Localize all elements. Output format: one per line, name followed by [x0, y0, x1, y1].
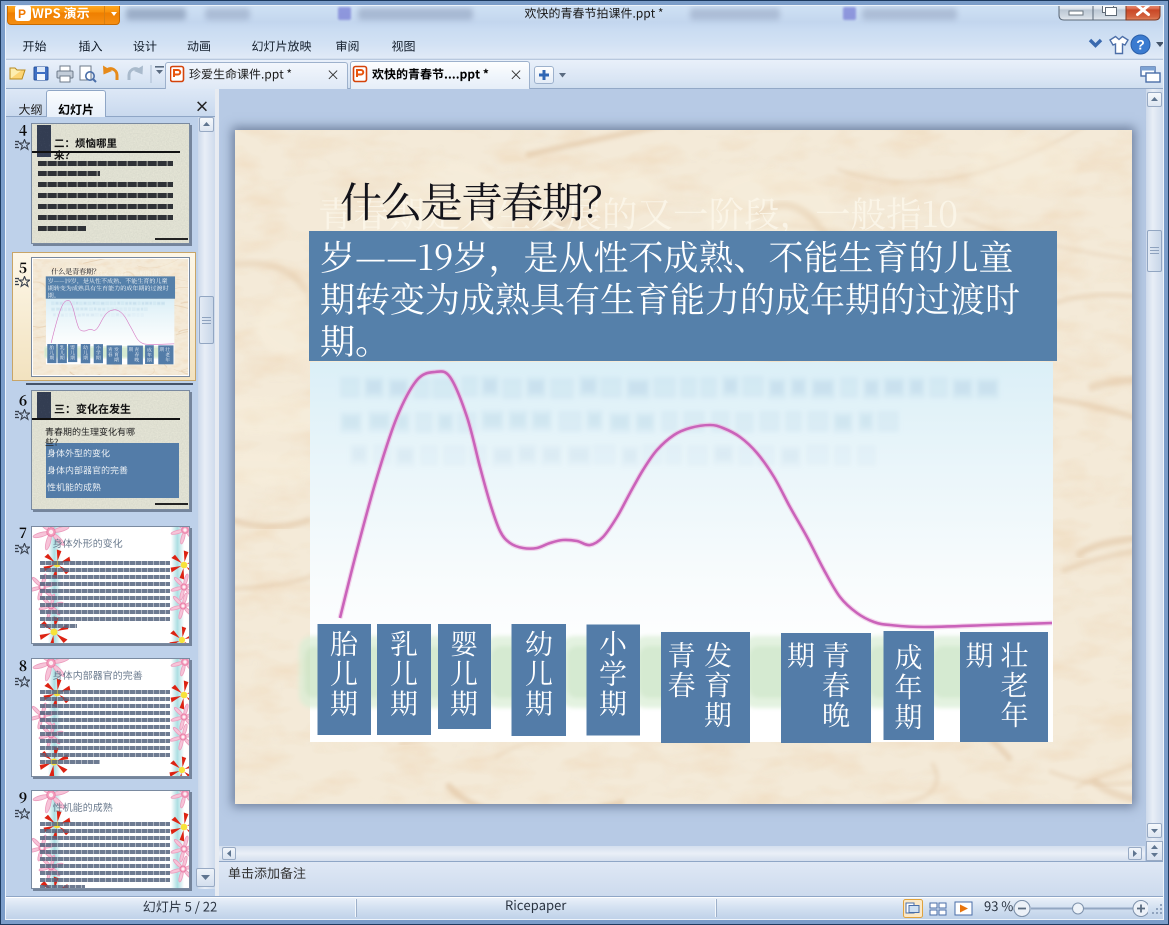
svg-text:?: ? [1136, 37, 1145, 53]
